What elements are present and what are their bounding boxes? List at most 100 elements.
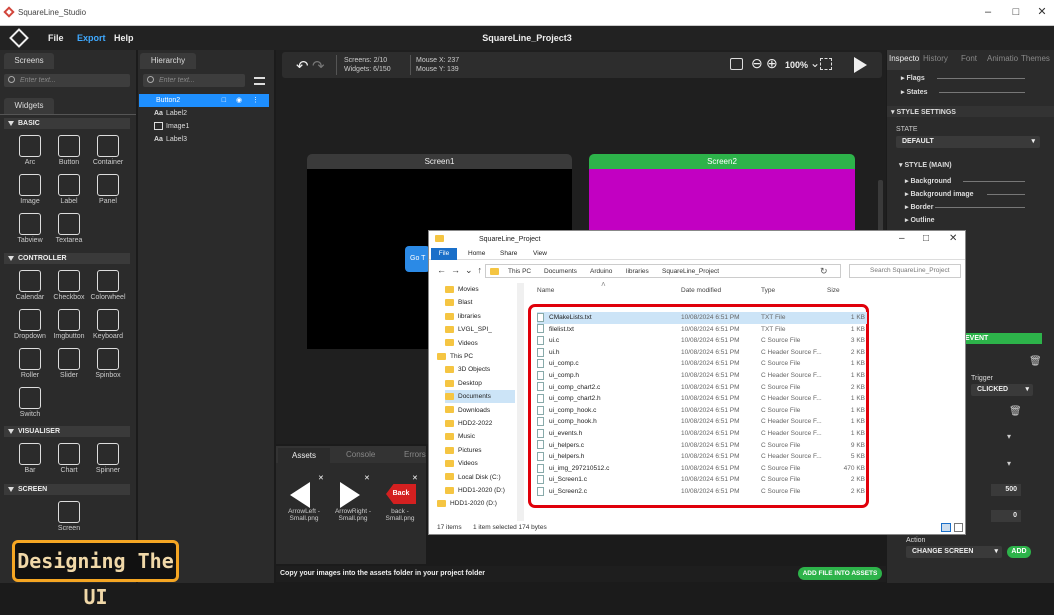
style-main-header[interactable]: ▾ STYLE (MAIN) (899, 161, 952, 169)
file-row[interactable]: ui_img_297210512.c 10/08/2024 6:51 PM C So… (537, 463, 867, 475)
delete-asset-icon[interactable]: ✕ (318, 474, 324, 482)
col-type[interactable]: Type (761, 287, 775, 294)
ribbon-share[interactable]: Share (500, 250, 517, 257)
nav-item[interactable]: HDD1-2020 (D:) (445, 484, 515, 497)
nav-item[interactable]: HDD1-2020 (D:) (437, 497, 515, 510)
file-row[interactable]: ui_comp_chart2.h 10/08/2024 6:51 PM C Head… (537, 393, 867, 405)
file-row[interactable]: ui_Screen2.c 10/08/2024 6:51 PM C Source F… (537, 486, 867, 498)
address-bar[interactable]: This PC Documents Arduino libraries Squa… (485, 264, 841, 278)
nav-item[interactable]: This PC (437, 350, 515, 363)
image-view-icon[interactable] (730, 58, 743, 70)
tab-console[interactable]: Console (346, 450, 375, 459)
delete-asset-icon[interactable]: ✕ (412, 474, 418, 482)
style-settings-header[interactable]: ▾ STYLE SETTINGS (891, 108, 956, 116)
prop-flags[interactable]: ▸ Flags (901, 74, 925, 82)
path-crumb[interactable]: SquareLine_Project (662, 268, 719, 275)
zoom-out-icon[interactable]: ⊖ (751, 55, 763, 72)
path-crumb[interactable]: Arduino (590, 268, 612, 275)
screen2-header[interactable]: Screen2 (589, 154, 855, 169)
prop-states[interactable]: ▸ States (901, 88, 927, 96)
delay-input[interactable]: 0 (991, 510, 1021, 522)
nav-item[interactable]: HDD2-2022 (445, 417, 515, 430)
file-row[interactable]: ui.h 10/08/2024 6:51 PM C Header Source F.… (537, 347, 867, 359)
tab-assets[interactable]: Assets (278, 448, 330, 463)
go-button-preview[interactable]: Go T (405, 246, 430, 272)
widget-tabview[interactable]: Tabview (11, 211, 49, 249)
nav-scrollbar[interactable] (517, 283, 524, 521)
details-view-icon[interactable] (941, 523, 951, 532)
widget-panel[interactable]: Panel (89, 172, 127, 210)
widget-image[interactable]: Image (11, 172, 49, 210)
trigger-dropdown[interactable]: CLICKED ▾ (971, 384, 1033, 396)
zoom-in-icon[interactable]: ⊕ (766, 55, 778, 72)
section-visualiser[interactable]: VISUALISER (4, 426, 130, 437)
tab-inspector[interactable]: Inspecto (889, 54, 919, 63)
explorer-maximize-icon[interactable]: □ (923, 233, 929, 244)
screen1-header[interactable]: Screen1 (307, 154, 572, 169)
nav-back-forward-up-icons[interactable]: ←→⌄↑ (437, 265, 487, 276)
prop-background-image[interactable]: ▸ Background image (905, 190, 973, 198)
file-row[interactable]: ui_Screen1.c 10/08/2024 6:51 PM C Source F… (537, 474, 867, 486)
tab-animation[interactable]: Animatio (987, 54, 1018, 63)
file-row[interactable]: ui_events.h 10/08/2024 6:51 PM C Header So… (537, 428, 867, 440)
chevron-down-icon[interactable]: ▾ (1007, 432, 1011, 441)
widget-slider[interactable]: Slider (50, 346, 88, 384)
arrow-right-asset[interactable] (340, 482, 360, 508)
zoom-level[interactable]: 100% (785, 60, 808, 70)
hierarchy-search-input[interactable]: Enter text... (143, 74, 245, 87)
chevron-down-icon[interactable]: ▾ (1007, 459, 1011, 468)
nav-item[interactable]: LVGL_SPI_ (445, 323, 515, 336)
menu-export[interactable]: Export (77, 33, 106, 43)
tab-font[interactable]: Font (961, 54, 977, 63)
file-row[interactable]: filelist.txt 10/08/2024 6:51 PM TXT File 1 … (537, 324, 867, 336)
section-screen[interactable]: SCREEN (4, 484, 130, 495)
tab-errors[interactable]: Errors (404, 450, 426, 459)
tiles-view-icon[interactable] (954, 523, 963, 532)
list-menu-icon[interactable] (254, 77, 265, 85)
file-row[interactable]: ui.c 10/08/2024 6:51 PM C Source File 3 KB (537, 335, 867, 347)
fit-screen-icon[interactable] (820, 58, 832, 70)
tab-hierarchy[interactable]: Hierarchy (140, 53, 196, 69)
widget-label[interactable]: Label (50, 172, 88, 210)
explorer-search-input[interactable]: Search SquareLine_Project (849, 264, 961, 278)
nav-item[interactable]: libraries (445, 310, 515, 323)
nav-item[interactable]: Blast (445, 296, 515, 309)
event-header[interactable]: EVENT (957, 333, 1042, 344)
section-basic[interactable]: BASIC (4, 118, 130, 129)
col-name[interactable]: Name (537, 287, 554, 294)
screens-search-input[interactable]: Enter text... (4, 74, 130, 87)
file-row[interactable]: ui_comp_hook.c 10/08/2024 6:51 PM C Source… (537, 405, 867, 417)
nav-item[interactable]: Downloads (445, 404, 515, 417)
menu-file[interactable]: File (48, 33, 64, 43)
nav-item[interactable]: Movies (445, 283, 515, 296)
ribbon-view[interactable]: View (533, 250, 547, 257)
ribbon-home[interactable]: Home (468, 250, 485, 257)
hierarchy-item-button2[interactable]: Button2 □ ◉ ⋮ (139, 94, 269, 107)
nav-item[interactable]: Local Disk (C:) (445, 471, 515, 484)
path-crumb[interactable]: This PC (508, 268, 531, 275)
hierarchy-item-label2[interactable]: Aa Label2 (154, 107, 187, 120)
widget-arc[interactable]: Arc (11, 133, 49, 171)
tab-widgets[interactable]: Widgets (4, 98, 54, 114)
widget-imgbutton[interactable]: Imgbutton (50, 307, 88, 345)
widget-keyboard[interactable]: Keyboard (89, 307, 127, 345)
maximize-icon[interactable]: □ (1008, 5, 1024, 19)
lock-eye-menu-icons[interactable]: □ ◉ ⋮ (222, 94, 263, 107)
file-row[interactable]: ui_comp.h 10/08/2024 6:51 PM C Header Sour… (537, 370, 867, 382)
widget-spinner[interactable]: Spinner (89, 441, 127, 479)
explorer-minimize-icon[interactable]: – (899, 233, 905, 244)
widget-switch[interactable]: Switch (11, 385, 49, 423)
widget-roller[interactable]: Roller (11, 346, 49, 384)
path-crumb[interactable]: Documents (544, 268, 577, 275)
file-row[interactable]: ui_comp.c 10/08/2024 6:51 PM C Source File… (537, 358, 867, 370)
trash-icon[interactable]: 🗑 (1029, 356, 1042, 367)
add-file-into-assets-button[interactable]: ADD FILE INTO ASSETS (798, 567, 882, 580)
file-row[interactable]: CMakeLists.txt 10/08/2024 6:51 PM TXT File… (537, 312, 867, 324)
duration-input[interactable]: 500 (991, 484, 1021, 496)
widget-chart[interactable]: Chart (50, 441, 88, 479)
add-action-button[interactable]: ADD (1007, 546, 1031, 558)
nav-item[interactable]: Videos (445, 337, 515, 350)
hierarchy-item-label3[interactable]: Aa Label3 (154, 133, 187, 146)
hierarchy-item-image1[interactable]: Image1 (154, 120, 189, 133)
file-row[interactable]: ui_helpers.h 10/08/2024 6:51 PM C Header S… (537, 451, 867, 463)
